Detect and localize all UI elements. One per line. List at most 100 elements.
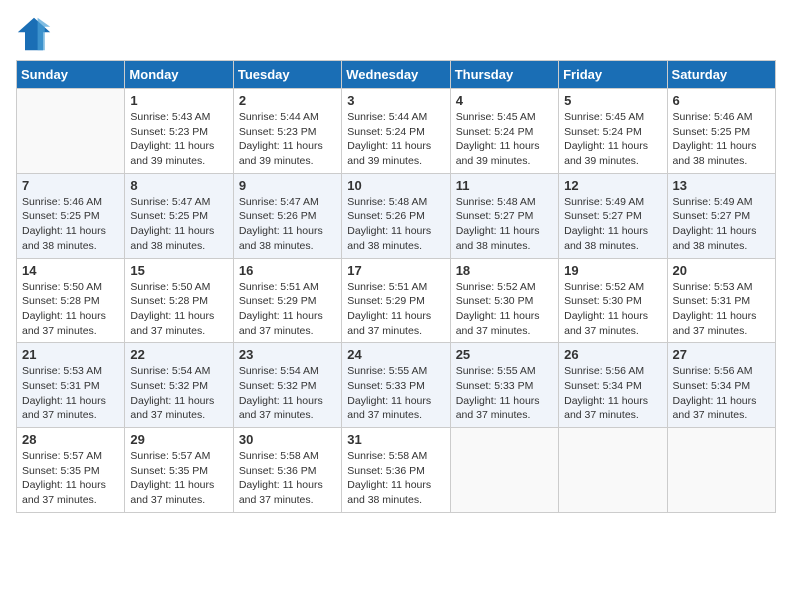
day-number: 19 — [564, 263, 661, 278]
day-number: 20 — [673, 263, 770, 278]
day-info: Sunrise: 5:50 AM Sunset: 5:28 PM Dayligh… — [22, 280, 119, 339]
day-of-week-header: Wednesday — [342, 61, 450, 89]
day-number: 28 — [22, 432, 119, 447]
day-number: 15 — [130, 263, 227, 278]
table-row: 18Sunrise: 5:52 AM Sunset: 5:30 PM Dayli… — [450, 258, 558, 343]
table-row: 1 Sunrise: 5:43 AM Sunset: 5:23 PM Daylig… — [125, 89, 233, 174]
day-info: Sunrise: 5:56 AM Sunset: 5:34 PM Dayligh… — [673, 364, 770, 423]
table-row: 7 Sunrise: 5:46 AM Sunset: 5:25 PM Daylig… — [17, 173, 125, 258]
day-info: Sunrise: 5:52 AM Sunset: 5:30 PM Dayligh… — [456, 280, 553, 339]
table-row: 28 Sunrise: 5:57 AM Sunset: 5:35 PM Dayli… — [17, 428, 125, 513]
table-row: 5Sunrise: 5:45 AM Sunset: 5:24 PM Daylig… — [559, 89, 667, 174]
day-info: Sunrise: 5:47 AM Sunset: 5:25 PM Dayligh… — [130, 195, 227, 254]
table-row: 13Sunrise: 5:49 AM Sunset: 5:27 PM Dayli… — [667, 173, 775, 258]
day-info: Sunrise: 5:53 AM Sunset: 5:31 PM Dayligh… — [673, 280, 770, 339]
day-of-week-header: Monday — [125, 61, 233, 89]
day-number: 6 — [673, 93, 770, 108]
table-row: 12 Sunrise: 5:49 AM Sunset: 5:27 PM Dayli… — [559, 173, 667, 258]
day-info: Sunrise: 5:46 AM Sunset: 5:25 PM Dayligh… — [22, 195, 119, 254]
day-info: Sunrise: 5:51 AM Sunset: 5:29 PM Dayligh… — [347, 280, 444, 339]
day-info: Sunrise: 5:55 AM Sunset: 5:33 PM Dayligh… — [456, 364, 553, 423]
table-row: 16Sunrise: 5:51 AM Sunset: 5:29 PM Dayli… — [233, 258, 341, 343]
day-info: Sunrise: 5:44 AM Sunset: 5:23 PM Dayligh… — [239, 110, 336, 169]
day-number: 8 — [130, 178, 227, 193]
table-row: 11 Sunrise: 5:48 AM Sunset: 5:27 PM Dayli… — [450, 173, 558, 258]
day-number: 3 — [347, 93, 444, 108]
table-row: 6 Sunrise: 5:46 AM Sunset: 5:25 PM Daylig… — [667, 89, 775, 174]
table-row: 15Sunrise: 5:50 AM Sunset: 5:28 PM Dayli… — [125, 258, 233, 343]
day-number: 10 — [347, 178, 444, 193]
day-number: 2 — [239, 93, 336, 108]
table-row: 19 Sunrise: 5:52 AM Sunset: 5:30 PM Dayli… — [559, 258, 667, 343]
day-info: Sunrise: 5:57 AM Sunset: 5:35 PM Dayligh… — [130, 449, 227, 508]
day-info: Sunrise: 5:49 AM Sunset: 5:27 PM Dayligh… — [673, 195, 770, 254]
table-row: 2 Sunrise: 5:44 AM Sunset: 5:23 PM Daylig… — [233, 89, 341, 174]
day-info: Sunrise: 5:44 AM Sunset: 5:24 PM Dayligh… — [347, 110, 444, 169]
day-info: Sunrise: 5:43 AM Sunset: 5:23 PM Dayligh… — [130, 110, 227, 169]
day-number: 25 — [456, 347, 553, 362]
table-row: 4Sunrise: 5:45 AM Sunset: 5:24 PM Daylig… — [450, 89, 558, 174]
day-of-week-header: Saturday — [667, 61, 775, 89]
table-row: 8 Sunrise: 5:47 AM Sunset: 5:25 PM Daylig… — [125, 173, 233, 258]
table-row: 24 Sunrise: 5:55 AM Sunset: 5:33 PM Dayli… — [342, 343, 450, 428]
calendar-header-row: SundayMondayTuesdayWednesdayThursdayFrid… — [17, 61, 776, 89]
table-row: 17 Sunrise: 5:51 AM Sunset: 5:29 PM Dayli… — [342, 258, 450, 343]
day-number: 9 — [239, 178, 336, 193]
day-info: Sunrise: 5:48 AM Sunset: 5:27 PM Dayligh… — [456, 195, 553, 254]
day-info: Sunrise: 5:49 AM Sunset: 5:27 PM Dayligh… — [564, 195, 661, 254]
calendar-week-row: 28 Sunrise: 5:57 AM Sunset: 5:35 PM Dayli… — [17, 428, 776, 513]
day-info: Sunrise: 5:55 AM Sunset: 5:33 PM Dayligh… — [347, 364, 444, 423]
day-info: Sunrise: 5:58 AM Sunset: 5:36 PM Dayligh… — [347, 449, 444, 508]
day-info: Sunrise: 5:47 AM Sunset: 5:26 PM Dayligh… — [239, 195, 336, 254]
day-of-week-header: Thursday — [450, 61, 558, 89]
table-row: 30 Sunrise: 5:58 AM Sunset: 5:36 PM Dayli… — [233, 428, 341, 513]
day-number: 1 — [130, 93, 227, 108]
day-info: Sunrise: 5:57 AM Sunset: 5:35 PM Dayligh… — [22, 449, 119, 508]
table-row: 31 Sunrise: 5:58 AM Sunset: 5:36 PM Dayli… — [342, 428, 450, 513]
table-row — [17, 89, 125, 174]
calendar-week-row: 1 Sunrise: 5:43 AM Sunset: 5:23 PM Daylig… — [17, 89, 776, 174]
day-number: 29 — [130, 432, 227, 447]
day-number: 16 — [239, 263, 336, 278]
day-number: 26 — [564, 347, 661, 362]
day-info: Sunrise: 5:56 AM Sunset: 5:34 PM Dayligh… — [564, 364, 661, 423]
table-row: 22 Sunrise: 5:54 AM Sunset: 5:32 PM Dayli… — [125, 343, 233, 428]
day-info: Sunrise: 5:54 AM Sunset: 5:32 PM Dayligh… — [239, 364, 336, 423]
table-row: 26 Sunrise: 5:56 AM Sunset: 5:34 PM Dayli… — [559, 343, 667, 428]
day-number: 24 — [347, 347, 444, 362]
day-number: 17 — [347, 263, 444, 278]
day-info: Sunrise: 5:54 AM Sunset: 5:32 PM Dayligh… — [130, 364, 227, 423]
day-info: Sunrise: 5:45 AM Sunset: 5:24 PM Dayligh… — [456, 110, 553, 169]
day-number: 21 — [22, 347, 119, 362]
day-info: Sunrise: 5:45 AM Sunset: 5:24 PM Dayligh… — [564, 110, 661, 169]
day-number: 22 — [130, 347, 227, 362]
day-info: Sunrise: 5:53 AM Sunset: 5:31 PM Dayligh… — [22, 364, 119, 423]
table-row: 10 Sunrise: 5:48 AM Sunset: 5:26 PM Dayli… — [342, 173, 450, 258]
day-number: 11 — [456, 178, 553, 193]
day-info: Sunrise: 5:46 AM Sunset: 5:25 PM Dayligh… — [673, 110, 770, 169]
table-row: 27Sunrise: 5:56 AM Sunset: 5:34 PM Dayli… — [667, 343, 775, 428]
calendar-week-row: 21 Sunrise: 5:53 AM Sunset: 5:31 PM Dayli… — [17, 343, 776, 428]
calendar-week-row: 7 Sunrise: 5:46 AM Sunset: 5:25 PM Daylig… — [17, 173, 776, 258]
table-row: 23 Sunrise: 5:54 AM Sunset: 5:32 PM Dayli… — [233, 343, 341, 428]
logo — [16, 16, 58, 52]
table-row — [667, 428, 775, 513]
table-row — [559, 428, 667, 513]
day-number: 23 — [239, 347, 336, 362]
table-row — [450, 428, 558, 513]
day-of-week-header: Tuesday — [233, 61, 341, 89]
page-header — [16, 16, 776, 52]
day-info: Sunrise: 5:48 AM Sunset: 5:26 PM Dayligh… — [347, 195, 444, 254]
table-row: 29 Sunrise: 5:57 AM Sunset: 5:35 PM Dayli… — [125, 428, 233, 513]
day-number: 31 — [347, 432, 444, 447]
day-number: 30 — [239, 432, 336, 447]
table-row: 3 Sunrise: 5:44 AM Sunset: 5:24 PM Daylig… — [342, 89, 450, 174]
table-row: 20 Sunrise: 5:53 AM Sunset: 5:31 PM Dayli… — [667, 258, 775, 343]
day-of-week-header: Friday — [559, 61, 667, 89]
logo-icon — [16, 16, 52, 52]
day-number: 7 — [22, 178, 119, 193]
day-info: Sunrise: 5:52 AM Sunset: 5:30 PM Dayligh… — [564, 280, 661, 339]
day-number: 12 — [564, 178, 661, 193]
day-info: Sunrise: 5:58 AM Sunset: 5:36 PM Dayligh… — [239, 449, 336, 508]
day-number: 14 — [22, 263, 119, 278]
